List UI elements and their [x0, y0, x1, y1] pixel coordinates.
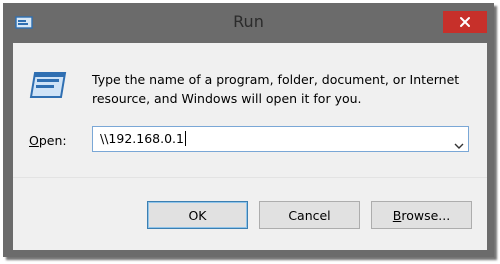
open-input-value: \\192.168.0.1: [100, 131, 184, 146]
dialog-body: Type the name of a program, folder, docu…: [13, 43, 487, 250]
title-bar[interactable]: Run: [3, 3, 494, 41]
text-caret: [184, 131, 186, 146]
cancel-button-label: Cancel: [288, 207, 331, 223]
ok-button[interactable]: OK: [147, 201, 248, 229]
browse-text: rowse...: [401, 207, 451, 223]
open-label-text: pen:: [38, 133, 67, 148]
open-input[interactable]: \\192.168.0.1: [100, 131, 186, 146]
browse-button[interactable]: Browse...: [371, 201, 472, 229]
dialog-description: Type the name of a program, folder, docu…: [92, 72, 460, 106]
window-title: Run: [233, 12, 264, 31]
ok-button-label: OK: [188, 207, 207, 223]
close-icon: [459, 13, 471, 32]
close-button[interactable]: [443, 11, 487, 33]
cancel-button[interactable]: Cancel: [259, 201, 360, 229]
run-dialog: Run Type the name of a program, folder, …: [3, 3, 494, 257]
open-combobox[interactable]: \\192.168.0.1: [92, 126, 469, 152]
open-label-accesskey: O: [29, 133, 39, 148]
run-icon: [29, 71, 67, 99]
browse-button-label: Browse...: [393, 208, 450, 223]
footer-divider: [13, 177, 487, 178]
chevron-down-icon[interactable]: [454, 135, 464, 149]
open-label: Open:: [29, 133, 67, 148]
